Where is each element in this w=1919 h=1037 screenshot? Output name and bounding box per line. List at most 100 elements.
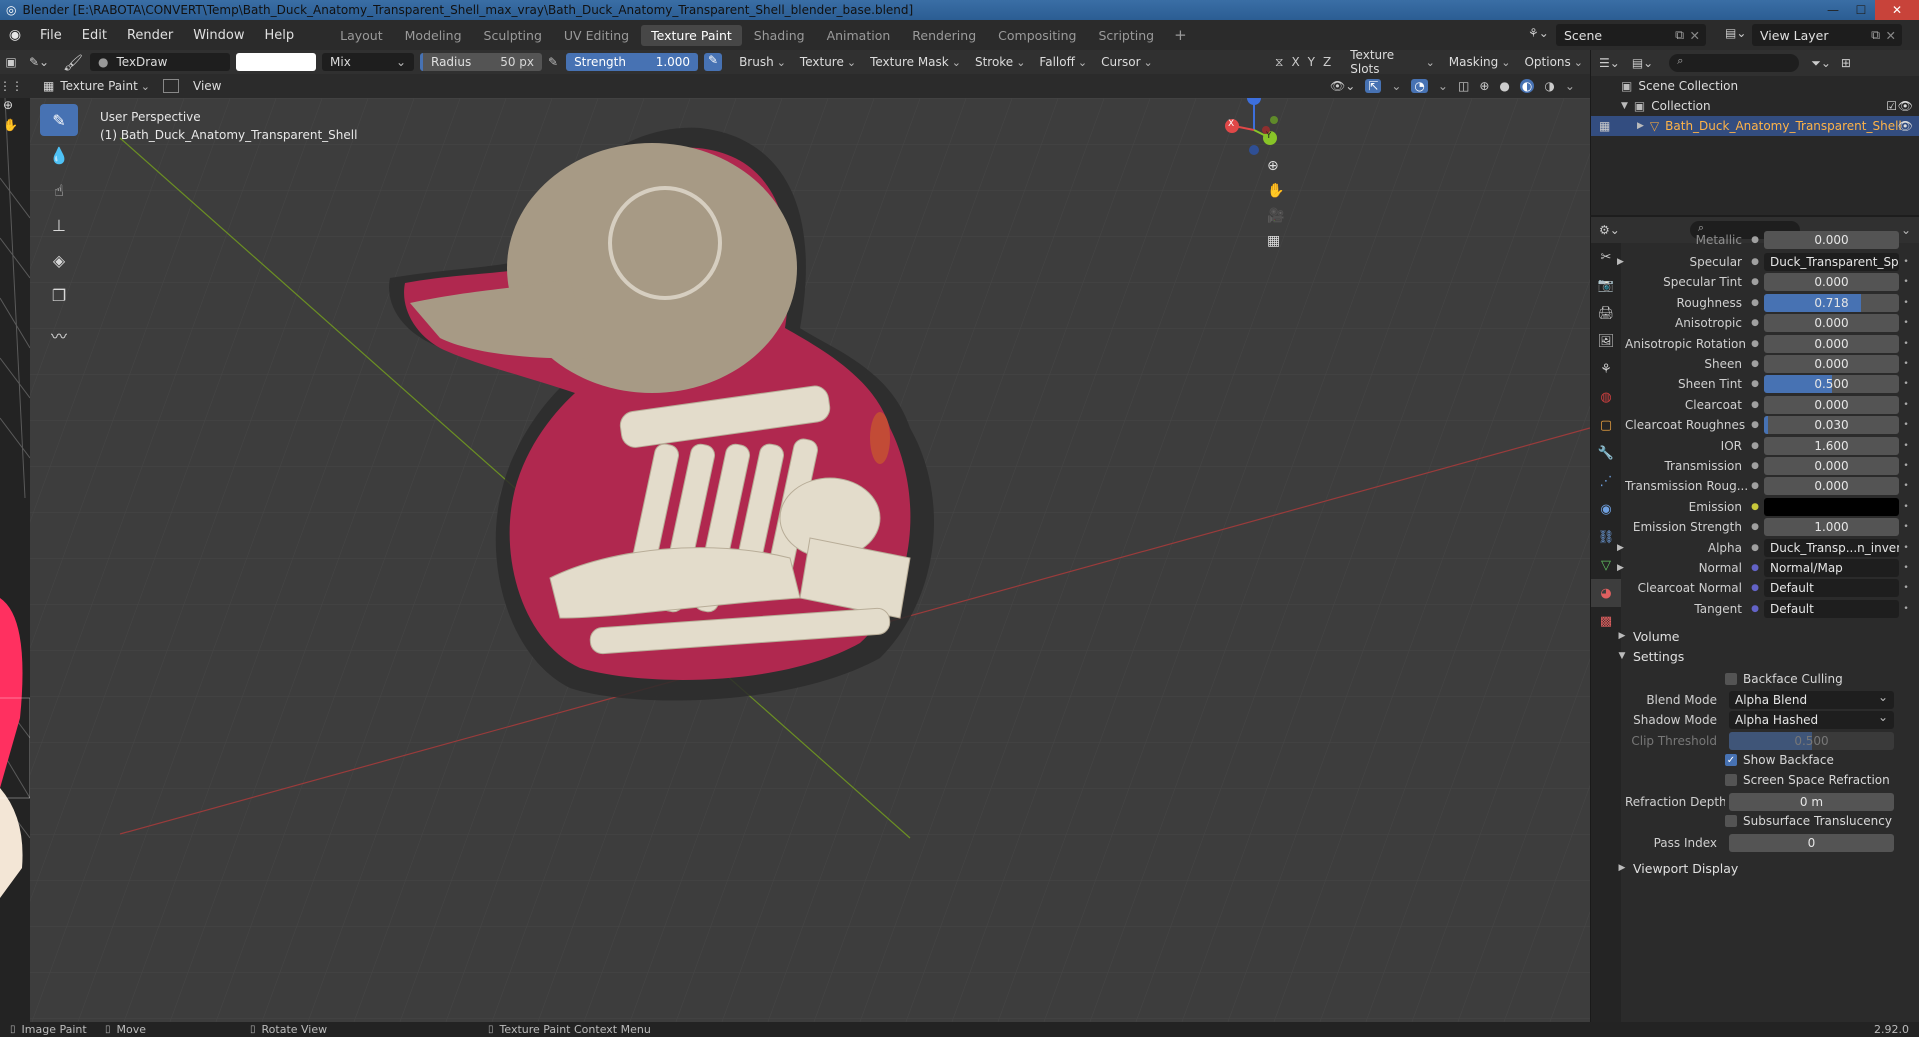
prop-field-emission-strength[interactable]: 1.000 (1764, 518, 1899, 537)
keyframe-dot-icon[interactable]: • (1899, 359, 1913, 369)
tab-compositing[interactable]: Compositing (988, 25, 1086, 46)
blend-mode-dropdown[interactable]: Alpha Blend (1729, 690, 1894, 709)
zoom-view-icon[interactable]: ⊕ (1267, 158, 1284, 174)
prop-field-tangent[interactable]: Default (1764, 599, 1899, 618)
prop-field-normal[interactable]: Normal/Map (1764, 559, 1899, 577)
pass-index-field[interactable]: 0 (1729, 834, 1894, 852)
keyframe-dot-icon[interactable]: • (1899, 257, 1913, 267)
subsurface-translucency-box[interactable] (1725, 815, 1737, 827)
keyframe-dot-icon[interactable]: • (1899, 563, 1913, 573)
menu-file[interactable]: File (30, 28, 72, 43)
shadow-mode-dropdown[interactable]: Alpha Hashed (1729, 710, 1894, 729)
draw-tool-icon[interactable]: ✎ (40, 104, 78, 136)
outliner-filter-icon[interactable]: ⏷⌄ (1811, 56, 1831, 71)
keyframe-dot-icon[interactable]: • (1899, 522, 1913, 532)
scene-icon[interactable]: ⚘⌄ (1528, 26, 1549, 40)
keyframe-dot-icon[interactable]: • (1899, 583, 1913, 593)
view-layer-tab-icon[interactable]: 🖼 (1591, 327, 1621, 355)
prop-field-anisotropic[interactable]: 0.000 (1764, 314, 1899, 333)
physics-tab-icon[interactable]: ◉ (1591, 495, 1621, 523)
keyframe-dot-icon[interactable]: • (1899, 441, 1913, 451)
cursor-menu[interactable]: Cursor (1094, 55, 1160, 69)
outliner-search-input[interactable]: ⌕ (1669, 54, 1800, 72)
pan-view-icon[interactable]: ✋ (1267, 183, 1284, 199)
keyframe-dot-icon[interactable]: • (1899, 461, 1913, 471)
paint-mode-indicator-icon[interactable]: ▦ (1599, 119, 1610, 133)
ortho-toggle-icon[interactable]: ▦ (1267, 233, 1284, 249)
collection-checkbox[interactable]: ☑ (1886, 99, 1897, 113)
prop-field-roughness[interactable]: 0.718 (1764, 293, 1899, 312)
paint-mask-toggle[interactable] (163, 79, 179, 93)
texture-mask-menu[interactable]: Texture Mask (863, 55, 968, 69)
material-tab-icon[interactable]: ◕ (1591, 579, 1621, 607)
stroke-menu[interactable]: Stroke (968, 55, 1032, 69)
tool-icon[interactable]: ✎⌄ (22, 52, 56, 72)
view-layer-copy-icon[interactable]: ⧉ (1871, 27, 1880, 43)
falloff-menu[interactable]: Falloff (1032, 55, 1094, 69)
navigation-gizmo[interactable]: Z X Y (1220, 98, 1290, 160)
zoom-icon[interactable]: ⊕ (3, 98, 13, 112)
show-backface-checkbox[interactable]: ✓ Show Backface (1725, 750, 1834, 770)
smear-tool-icon[interactable]: ☝ (40, 174, 78, 206)
particles-tab-icon[interactable]: ⋰ (1591, 467, 1621, 495)
gizmo-toggle-icon[interactable]: ⇱ (1365, 79, 1382, 93)
keyframe-dot-icon[interactable]: • (1899, 277, 1913, 287)
mirror-x-button[interactable]: X (1291, 55, 1299, 69)
keyframe-dot-icon[interactable]: • (1899, 318, 1913, 328)
texture-menu[interactable]: Texture (793, 55, 863, 69)
keyframe-dot-icon[interactable]: • (1899, 400, 1913, 410)
shading-material-icon[interactable]: ◐ (1519, 79, 1535, 93)
brush-icon[interactable]: 🖌 (56, 52, 90, 72)
prop-field-clearcoat-normal[interactable]: Default (1764, 579, 1899, 598)
strength-pressure-icon[interactable]: ✎ (704, 53, 723, 71)
volume-section[interactable]: ▶ Volume (1615, 625, 1919, 647)
scene-copy-icon[interactable]: ⧉ (1675, 27, 1684, 43)
blend-mode-select[interactable]: Mix ⌄ (322, 53, 414, 71)
screen-space-refraction-checkbox[interactable]: Screen Space Refraction (1725, 770, 1890, 790)
minimize-button[interactable]: — (1819, 0, 1847, 20)
keyframe-dot-icon[interactable]: • (1899, 543, 1913, 553)
tab-texture-paint[interactable]: Texture Paint (641, 24, 742, 46)
keyframe-dot-icon[interactable]: • (1899, 604, 1913, 614)
prop-field-emission[interactable] (1764, 497, 1899, 516)
tab-shading[interactable]: Shading (744, 25, 815, 46)
outliner-scene-collection[interactable]: ▣ Scene Collection (1591, 76, 1919, 96)
expand-input-icon[interactable]: ▶ (1617, 257, 1624, 267)
outliner-object-row[interactable]: ▦ ▶ ▽ Bath_Duck_Anatomy_Transparent_Shel… (1591, 116, 1919, 136)
scene-tab-icon[interactable]: ⚘ (1591, 355, 1621, 383)
scene-remove-icon[interactable]: ✕ (1690, 28, 1700, 43)
radius-pressure-icon[interactable]: ✎ (548, 55, 558, 69)
maximize-button[interactable]: ☐ (1847, 0, 1875, 20)
tab-layout[interactable]: Layout (330, 25, 393, 46)
object-tab-icon[interactable]: ▢ (1591, 411, 1621, 439)
tab-rendering[interactable]: Rendering (902, 25, 986, 46)
prop-field-transmission-roug[interactable]: 0.000 (1764, 477, 1899, 496)
3d-viewport[interactable]: User Perspective (1) Bath_Duck_Anatomy_T… (30, 98, 1590, 1022)
brush-color-swatch[interactable] (236, 53, 316, 71)
backface-culling-box[interactable] (1725, 673, 1737, 685)
view-layer-icon[interactable]: ▤⌄ (1725, 26, 1746, 40)
view-layer-selector[interactable]: View Layer ⧉ ✕ (1752, 24, 1902, 46)
visibility-eye-icon[interactable]: 👁⌄ (1330, 79, 1355, 93)
outliner-display-mode-icon[interactable]: ▤⌄ (1632, 56, 1653, 70)
shading-rendered-icon[interactable]: ◑ (1544, 79, 1554, 93)
editor-type-icon[interactable]: ▣ (0, 52, 22, 72)
subsurface-translucency-checkbox[interactable]: Subsurface Translucency (1725, 811, 1892, 831)
view-menu[interactable]: View (193, 79, 221, 93)
prop-field-sheen[interactable]: 0.000 (1764, 355, 1899, 373)
keyframe-dot-icon[interactable]: • (1899, 502, 1913, 512)
new-collection-icon[interactable]: ⊞ (1841, 56, 1851, 70)
world-tab-icon[interactable]: ◍ (1591, 383, 1621, 411)
texture-slots-menu[interactable]: Texture Slots (1343, 48, 1442, 76)
strength-slider[interactable]: Strength 1.000 (566, 53, 699, 71)
modifier-tab-icon[interactable]: 🔧 (1591, 439, 1621, 467)
camera-view-icon[interactable]: 🎥 (1267, 208, 1284, 224)
properties-editor-icon[interactable]: ⚙⌄ (1599, 223, 1620, 237)
clip-threshold-field[interactable]: 0.500 (1729, 732, 1894, 750)
menu-window[interactable]: Window (183, 28, 254, 43)
shading-options-icon[interactable]: ⌄ (1565, 79, 1575, 93)
options-menu[interactable]: Options (1517, 55, 1590, 69)
render-tab-icon[interactable]: 📷 (1591, 271, 1621, 299)
tab-animation[interactable]: Animation (817, 25, 901, 46)
refraction-depth-field[interactable]: 0 m (1729, 793, 1894, 811)
